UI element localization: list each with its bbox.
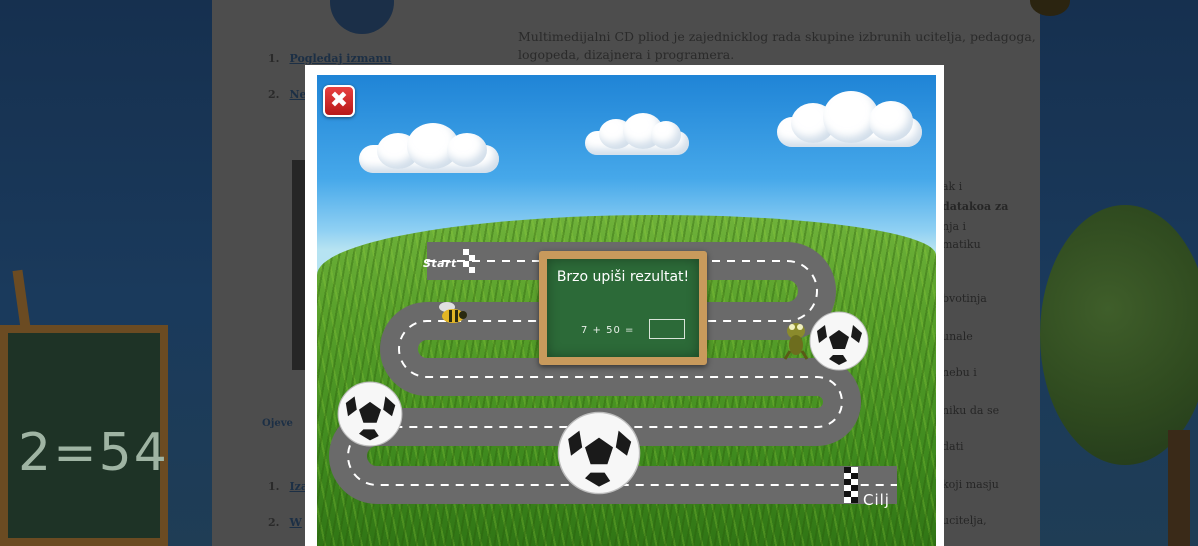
list-number: 1. [268, 52, 280, 65]
finish-flag-icon [844, 467, 858, 503]
game-canvas[interactable]: Start Cilj Brzo upiši rezultat! 7 + 50 =… [317, 75, 936, 546]
side-text: ak i [942, 180, 963, 193]
side-text: ucitelja, [942, 514, 987, 527]
close-icon: ✖ [329, 88, 349, 113]
side-text: dati [942, 440, 964, 453]
math-equation: 7 + 50 = [581, 325, 635, 336]
list-number: 2. [268, 516, 280, 529]
page-list-item[interactable]: 1. Iza [268, 480, 308, 493]
page-list-item[interactable]: 1. Pogledaj izmanu [268, 52, 391, 65]
decor-chalkboard: 2=54 [0, 325, 168, 546]
decor-tree-trunk [1168, 430, 1190, 546]
side-text: bvotinja [942, 292, 987, 305]
soccer-ball-icon [337, 381, 403, 447]
decor-chalkboard-text: 2=54 [18, 423, 169, 483]
answer-input[interactable] [649, 319, 685, 339]
page-list-item[interactable]: 2. W [268, 516, 302, 529]
list-link[interactable]: Pogledaj izmanu [289, 52, 391, 65]
page-intro-text: Multimedijalni CD pliod je zajednicklog … [518, 29, 1036, 62]
game-modal: Start Cilj Brzo upiši rezultat! 7 + 50 =… [305, 65, 944, 546]
page-subheading: Ojeve [262, 418, 293, 429]
close-button[interactable]: ✖ [323, 85, 355, 117]
frog-racer-icon [783, 323, 809, 360]
question-prompt: Brzo upiši rezultat! [556, 269, 690, 285]
page-list-item[interactable]: 2. Ne [268, 88, 307, 101]
list-link[interactable]: W [289, 516, 301, 529]
side-text: datakoa za [942, 200, 1009, 213]
decor-tree [1040, 205, 1198, 465]
side-text: nja i [942, 220, 967, 233]
side-text: niku da se [942, 404, 1000, 417]
page-image-edge [292, 160, 306, 370]
soccer-ball-icon [557, 411, 641, 495]
side-text: unale [942, 330, 973, 343]
finish-label: Cilj [863, 491, 890, 509]
question-chalkboard: Brzo upiši rezultat! 7 + 50 = [539, 251, 707, 365]
soccer-ball-icon [809, 311, 869, 371]
side-text: koji masju [942, 478, 999, 491]
side-text: nebu i [942, 366, 977, 379]
list-link[interactable]: Ne [289, 88, 306, 101]
bee-racer-icon [439, 302, 467, 323]
list-number: 1. [268, 480, 280, 493]
list-number: 2. [268, 88, 280, 101]
start-label: Start [423, 257, 457, 270]
side-text: matiku [942, 238, 981, 251]
